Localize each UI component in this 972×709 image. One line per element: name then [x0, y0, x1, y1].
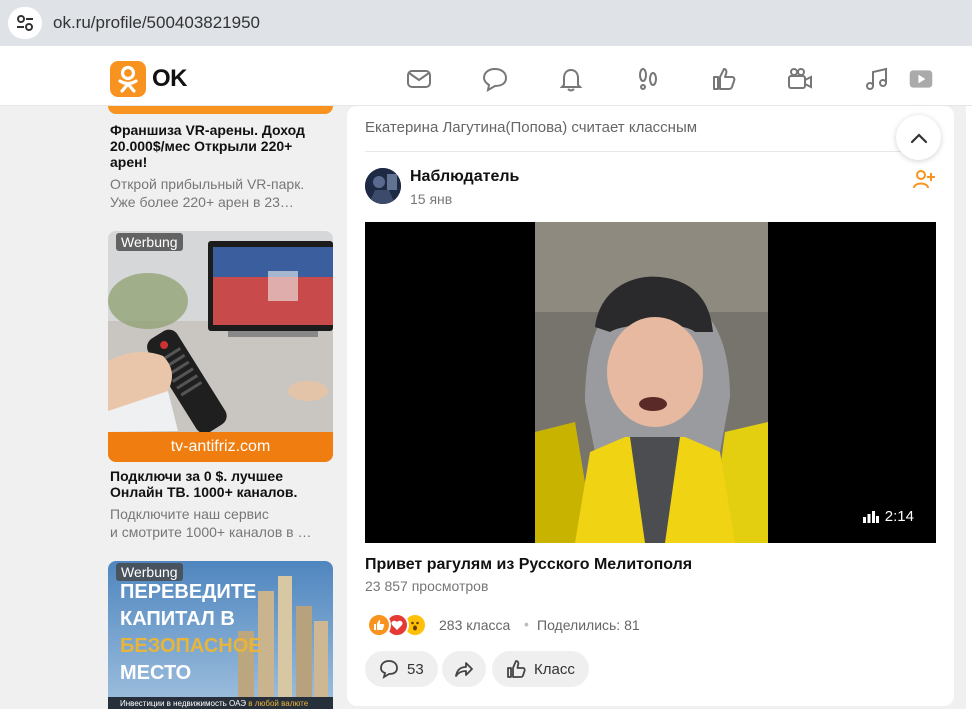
ad-description-line: Подключите наш сервис [110, 506, 269, 522]
video-duration: 2:14 [862, 508, 914, 525]
separator: • [524, 616, 529, 632]
ad-description-line: Открой прибыльный VR-парк. [110, 176, 305, 192]
music-icon[interactable] [864, 66, 890, 92]
ok-logo[interactable]: OK [110, 61, 188, 97]
ad-title[interactable]: Подключи за 0 $. лучшее Онлайн ТВ. 1000+… [110, 468, 332, 500]
tv-remote-illustration [108, 231, 333, 462]
video-camera-icon[interactable] [787, 66, 813, 92]
view-count: 23 857 просмотров [365, 578, 489, 594]
video-thumbnail [535, 222, 768, 543]
likes-count[interactable]: 283 класса [439, 617, 510, 633]
like-icon[interactable] [711, 66, 737, 92]
post-date[interactable]: 15 янв [410, 191, 452, 207]
comment-icon [380, 660, 398, 679]
divider [365, 151, 936, 152]
video-title[interactable]: Привет рагулям из Русского Мелитополя [365, 556, 692, 574]
ad-description-line: и смотрите 1000+ каналов в … [110, 524, 312, 540]
logo-text: OK [152, 65, 188, 92]
ad-headline: ПЕРЕВЕДИТЕ КАПИТАЛ В БЕЗОПАСНОЕ МЕСТО [120, 581, 262, 684]
video-player[interactable]: 2:14 [365, 222, 936, 543]
like-reaction-icon [367, 613, 391, 637]
ad-text-block[interactable]: Подключи за 0 $. лучшее Онлайн ТВ. 1000+… [110, 468, 332, 541]
ad-footer-text: Инвестиции в недвижимость ОАЭ в любой ва… [120, 699, 309, 708]
scroll-to-top-button[interactable] [896, 115, 941, 160]
ad-text-block[interactable]: Франшиза VR-арены. Доход 20.000$/мес Отк… [110, 122, 332, 211]
chevron-up-icon [910, 132, 927, 143]
video-play-icon[interactable] [908, 66, 938, 92]
ad-badge: Werbung [116, 563, 183, 581]
ad-image-bottom-bar [108, 106, 333, 114]
browser-address-bar: ok.ru/profile/500403821950 [0, 0, 972, 46]
ad-domain[interactable]: tv-antifriz.com [108, 432, 333, 462]
ad-title[interactable]: Франшиза VR-арены. Доход 20.000$/мес Отк… [110, 122, 332, 170]
activity-text[interactable]: Екатерина Лагутина(Попова) считает класс… [365, 119, 697, 136]
author-name[interactable]: Наблюдатель [410, 168, 519, 186]
share-icon [455, 662, 473, 677]
mail-icon[interactable] [406, 66, 432, 92]
ad-description-line: Уже более 220+ арен в 23… [110, 194, 294, 210]
ad-badge: Werbung [116, 233, 183, 251]
url-text[interactable]: ok.ru/profile/500403821950 [53, 13, 260, 33]
bell-icon[interactable] [558, 66, 584, 92]
add-friend-icon[interactable] [913, 168, 935, 190]
klass-button[interactable]: Класс [492, 651, 589, 687]
comments-button[interactable]: 53 [365, 651, 438, 687]
like-icon [507, 660, 526, 678]
site-info-icon[interactable] [8, 7, 42, 39]
share-button[interactable] [442, 651, 486, 687]
chat-icon[interactable] [482, 66, 508, 92]
ad-image-tv[interactable]: Werbung tv-antifriz.com [108, 231, 333, 462]
ok-logo-icon [110, 61, 146, 97]
ad-image-real-estate[interactable]: ПЕРЕВЕДИТЕ КАПИТАЛ В БЕЗОПАСНОЕ МЕСТО Ин… [108, 561, 333, 709]
avatar[interactable] [365, 168, 401, 204]
shares-count[interactable]: Поделились: 81 [537, 617, 640, 633]
footprints-icon[interactable] [635, 66, 661, 92]
bar-chart-icon [862, 510, 879, 523]
comments-count: 53 [407, 660, 424, 678]
klass-label: Класс [534, 660, 575, 678]
reactions-summary[interactable] [367, 613, 437, 637]
top-navigation: OK [0, 46, 972, 106]
feed-post-card: Екатерина Лагутина(Попова) считает класс… [347, 106, 954, 706]
right-panel-edge [966, 106, 972, 709]
